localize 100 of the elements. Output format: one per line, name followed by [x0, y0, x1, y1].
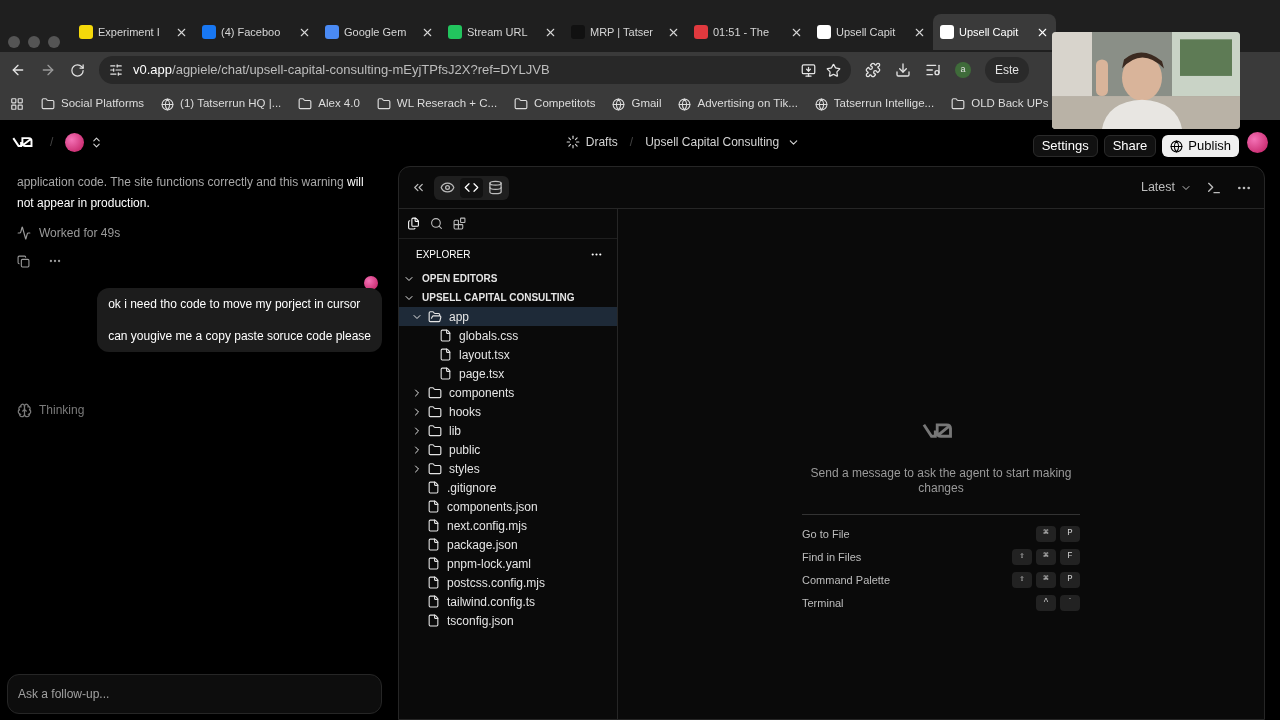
file-item[interactable]: globals.css — [399, 326, 617, 345]
header-button[interactable]: Share — [1103, 135, 1157, 157]
profile-button[interactable]: Este — [985, 57, 1029, 83]
header-button[interactable]: Settings — [1032, 135, 1098, 157]
folder-item[interactable]: lib — [399, 421, 617, 440]
media-icon[interactable] — [925, 62, 941, 78]
key-cap: ` — [1060, 595, 1080, 611]
bookmark[interactable]: Tatserrun Intellige... — [814, 95, 935, 113]
folder-item[interactable]: app — [399, 307, 617, 326]
download-icon[interactable] — [895, 62, 911, 78]
drafts-link[interactable]: Drafts — [565, 133, 618, 151]
extensions-icon[interactable] — [865, 62, 881, 78]
tree-section-header[interactable]: UPSELL CAPITAL CONSULTING — [399, 288, 617, 307]
publish-button[interactable]: Publish — [1162, 135, 1239, 157]
assistant-message: application code. The site functions correctly and this warning will not appear in production. — [17, 174, 365, 212]
status-text: Thinking — [39, 402, 85, 419]
bookmark[interactable]: Alex 4.0 — [298, 95, 360, 113]
worked-duration: Worked for 49s — [39, 225, 121, 242]
code-tab[interactable] — [460, 177, 483, 198]
file-item[interactable]: package.json — [399, 535, 617, 554]
browser-tab[interactable]: Stream URL — [441, 14, 564, 50]
code-icon — [464, 180, 479, 195]
file-item[interactable]: tailwind.config.ts — [399, 592, 617, 611]
browser-tab[interactable]: Experiment I — [72, 14, 195, 50]
folder-icon — [41, 97, 55, 111]
file-item[interactable]: page.tsx — [399, 364, 617, 383]
bookmark[interactable]: Gmail — [612, 95, 662, 113]
explorer-title: EXPLORER — [416, 247, 471, 262]
folder-item[interactable]: components — [399, 383, 617, 402]
key-cap: P — [1060, 572, 1080, 588]
reload-icon[interactable] — [70, 62, 85, 78]
empty-state-message: Send a message to ask the agent to start making changes — [809, 466, 1073, 496]
folder-item[interactable]: styles — [399, 459, 617, 478]
file-icon — [427, 557, 440, 570]
install-icon[interactable] — [801, 62, 816, 78]
forward-icon[interactable] — [40, 62, 56, 78]
profile-badge[interactable]: a — [955, 62, 971, 78]
key-cap: ⇧ — [1012, 572, 1032, 588]
bookmark[interactable]: (1) Tatserrun HQ |... — [161, 95, 282, 113]
file-item[interactable]: tsconfig.json — [399, 611, 617, 630]
folder-icon — [514, 97, 529, 111]
folder-icon — [428, 442, 442, 457]
folder-icon — [428, 423, 442, 438]
key-cap: ⌘ — [1036, 549, 1056, 565]
tab-title: Experiment I — [98, 24, 161, 40]
tab-title: Stream URL — [467, 24, 529, 40]
key-cap: ⇧ — [1012, 549, 1032, 565]
key-cap: ^ — [1036, 595, 1056, 611]
folder-icon — [951, 97, 966, 111]
browser-tab[interactable]: Google Gem — [318, 14, 441, 50]
key-cap: P — [1060, 526, 1080, 542]
address-bar[interactable]: v0.app/agpiele/chat/upsell-capital-consulting-mEyjTPfsJ2X?ref=DYLJVB — [99, 56, 851, 84]
avatar-icon[interactable] — [364, 276, 378, 290]
url-text: v0.app/agpiele/chat/upsell-capital-consulting-mEyjTPfsJ2X?ref=DYLJVB — [133, 61, 551, 80]
file-item[interactable]: components.json — [399, 497, 617, 516]
file-icon — [439, 367, 452, 380]
file-icon — [427, 576, 440, 589]
avatar-icon[interactable] — [1247, 131, 1268, 153]
tab-title: Upsell Capit — [959, 24, 1020, 40]
tree-section-header[interactable]: OPEN EDITORS — [399, 269, 617, 288]
version-selector[interactable]: Latest — [1140, 178, 1192, 197]
project-selector[interactable]: Upsell Capital Consulting — [645, 133, 801, 151]
folder-icon — [428, 461, 442, 476]
follow-up-field[interactable]: Ask a follow-up... — [7, 674, 382, 714]
file-icon — [439, 329, 452, 342]
explorer-tab-icon[interactable] — [407, 217, 420, 230]
file-icon — [427, 538, 440, 551]
bookmark-star-icon[interactable] — [826, 62, 841, 78]
file-item[interactable]: .gitignore — [399, 478, 617, 497]
file-item[interactable]: pnpm-lock.yaml — [399, 554, 617, 573]
extensions-tab-icon[interactable] — [453, 217, 466, 230]
brain-icon — [17, 402, 32, 418]
browser-tab[interactable]: Upsell Capit — [810, 14, 933, 50]
folder-item[interactable]: public — [399, 440, 617, 459]
shortcut-label: Terminal — [802, 595, 844, 611]
bookmark[interactable]: Advertising on Tik... — [678, 95, 798, 113]
bookmark[interactable]: OLD Back UPs — [951, 95, 1049, 113]
bookmark[interactable]: Social Platforms — [41, 95, 145, 113]
folder-item[interactable]: hooks — [399, 402, 617, 421]
file-item[interactable]: layout.tsx — [399, 345, 617, 364]
file-item[interactable]: next.config.mjs — [399, 516, 617, 535]
back-icon[interactable] — [10, 62, 26, 78]
bookmark[interactable]: WL Reserach + C... — [376, 95, 498, 113]
dashed-circle-icon — [565, 135, 580, 149]
avatar-icon[interactable] — [65, 132, 85, 152]
apps-icon[interactable] — [10, 97, 24, 111]
bookmark[interactable]: Competitots — [514, 95, 596, 113]
file-item[interactable]: postcss.config.mjs — [399, 573, 617, 592]
copy-icon[interactable] — [17, 254, 30, 268]
message-line: ok i need tho code to move my porject in cursor — [108, 296, 362, 313]
globe-icon — [161, 97, 175, 111]
browser-tab[interactable]: MRP | Tatser — [564, 14, 687, 50]
browser-tab[interactable]: Upsell Capit — [933, 14, 1056, 50]
file-icon — [427, 519, 440, 532]
search-icon[interactable] — [430, 217, 443, 230]
browser-tab[interactable]: 01:51 - The — [687, 14, 810, 50]
folder-icon — [376, 97, 391, 111]
browser-tab[interactable]: (4) Faceboo — [195, 14, 318, 50]
tab-title: 01:51 - The — [713, 24, 771, 40]
site-settings-icon[interactable] — [109, 63, 123, 77]
